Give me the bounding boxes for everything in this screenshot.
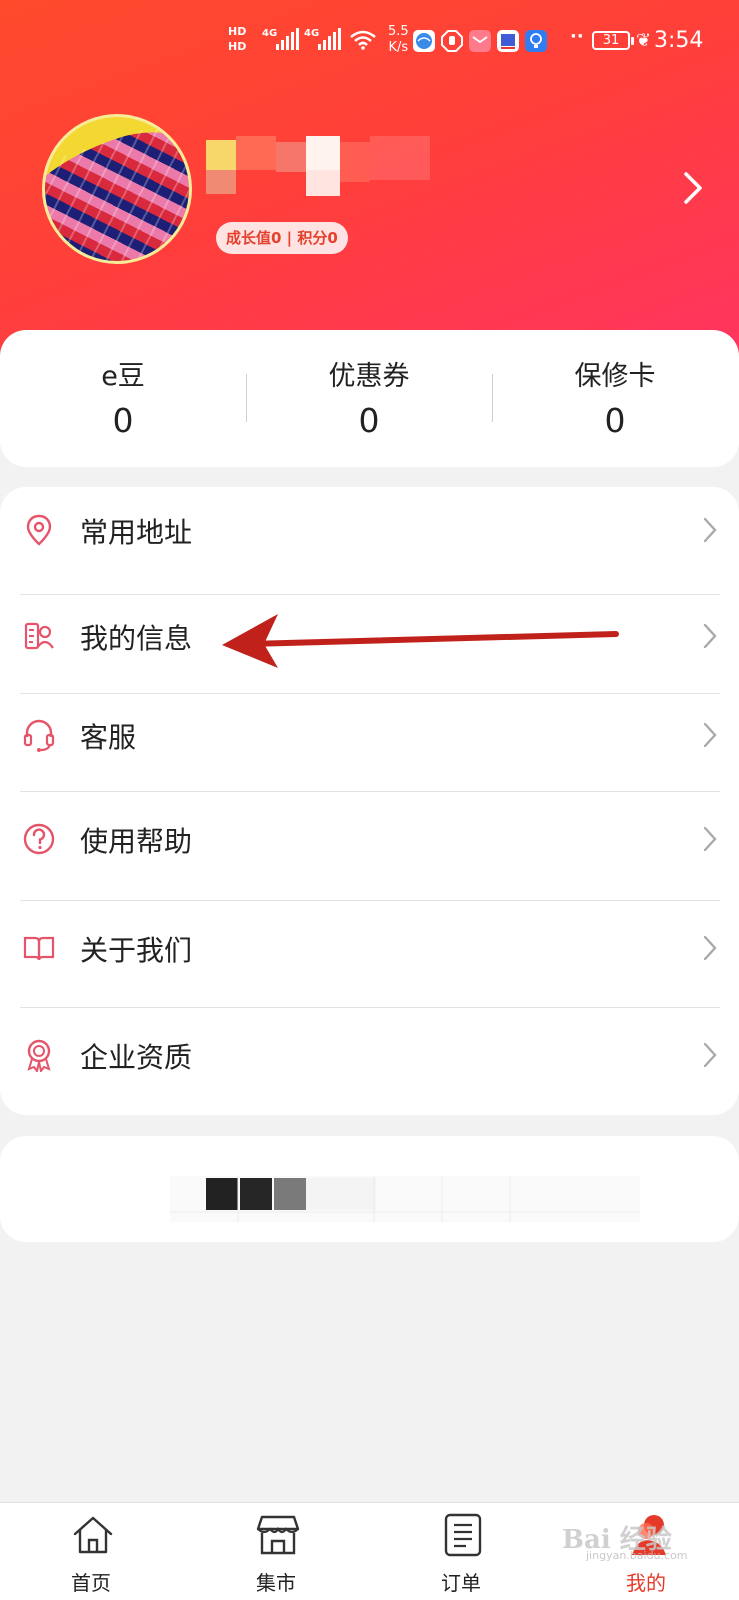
study-app-icon bbox=[497, 30, 519, 52]
stat-warranty-cards[interactable]: 保修卡 0 bbox=[492, 354, 738, 440]
chevron-right-icon bbox=[703, 517, 717, 543]
nav-home[interactable]: 首页 bbox=[31, 1503, 151, 1600]
bottom-nav: 首页 集市 订单 我的 bbox=[0, 1502, 739, 1600]
growth-points-badge[interactable]: 成长值0 | 积分0 bbox=[216, 222, 348, 254]
status-bar: HD HD 4G 4G 5.5 K/s ·· 31 ❦ 3:54 bbox=[0, 18, 739, 68]
nav-label: 集市 bbox=[256, 1571, 296, 1595]
bulb-app-icon bbox=[525, 30, 547, 52]
menu-item-about-us[interactable]: 关于我们 bbox=[0, 901, 739, 1007]
signal-type-2: 4G bbox=[304, 28, 320, 39]
more-notifications-icon: ·· bbox=[570, 26, 584, 47]
avatar-pattern bbox=[45, 117, 189, 261]
home-icon bbox=[73, 1516, 113, 1554]
mail-app-icon bbox=[469, 30, 491, 52]
menu-item-label: 我的信息 bbox=[80, 622, 193, 655]
signal-type-1: 4G bbox=[262, 28, 278, 39]
stat-label: 保修卡 bbox=[574, 361, 656, 392]
chevron-right-icon bbox=[703, 826, 717, 852]
headset-icon bbox=[23, 719, 55, 752]
store-icon bbox=[256, 1515, 300, 1555]
menu-card: 常用地址 我的信息 客服 使用帮助 关于我们 企业资质 bbox=[0, 487, 739, 1115]
user-info-icon bbox=[24, 622, 54, 650]
chevron-right-icon bbox=[703, 935, 717, 961]
award-ribbon-icon bbox=[27, 1039, 51, 1072]
stat-label: 优惠券 bbox=[328, 361, 410, 392]
nav-market[interactable]: 集市 bbox=[216, 1503, 336, 1600]
stat-value: 0 bbox=[604, 401, 626, 440]
menu-item-label: 关于我们 bbox=[80, 934, 193, 967]
nav-label: 订单 bbox=[441, 1571, 481, 1595]
menu-item-label: 使用帮助 bbox=[80, 825, 193, 858]
clock-time: 3:54 bbox=[654, 28, 704, 53]
redacted-content bbox=[170, 1176, 640, 1222]
stat-value: 0 bbox=[112, 401, 134, 440]
menu-item-label: 常用地址 bbox=[80, 516, 193, 549]
profile-header: HD HD 4G 4G 5.5 K/s ·· 31 ❦ 3:54 成长值0 | … bbox=[0, 0, 739, 380]
nav-mine[interactable]: 我的 bbox=[586, 1503, 706, 1600]
signal-bars-1-icon bbox=[276, 28, 299, 50]
open-book-icon bbox=[23, 936, 55, 961]
menu-item-help[interactable]: 使用帮助 bbox=[0, 792, 739, 900]
battery-icon: 31 bbox=[592, 31, 634, 50]
profile-icon bbox=[632, 1515, 666, 1555]
stat-edou[interactable]: e豆 0 bbox=[0, 354, 246, 440]
nav-label: 首页 bbox=[71, 1571, 111, 1595]
browser-app-icon bbox=[413, 30, 435, 52]
leaf-icon: ❦ bbox=[636, 30, 652, 51]
stat-label: e豆 bbox=[101, 361, 145, 392]
battery-level: 31 bbox=[602, 33, 620, 48]
menu-item-label: 企业资质 bbox=[80, 1041, 193, 1074]
network-speed: 5.5 K/s bbox=[388, 24, 409, 55]
order-list-icon bbox=[444, 1513, 482, 1557]
profile-chevron-right-icon[interactable] bbox=[676, 168, 710, 208]
menu-item-customer-service[interactable]: 客服 bbox=[0, 694, 739, 792]
nav-label: 我的 bbox=[626, 1571, 666, 1595]
hd-indicator: HD HD bbox=[228, 25, 247, 53]
username-redacted bbox=[206, 132, 456, 202]
annotation-arrow-icon bbox=[222, 614, 619, 668]
wifi-icon bbox=[350, 30, 376, 50]
location-pin-icon bbox=[26, 514, 52, 546]
question-circle-icon bbox=[23, 823, 55, 855]
chevron-right-icon bbox=[703, 1042, 717, 1068]
menu-item-label: 客服 bbox=[80, 721, 137, 754]
chevron-right-icon bbox=[703, 722, 717, 748]
menu-item-qualifications[interactable]: 企业资质 bbox=[0, 1008, 739, 1115]
chevron-right-icon bbox=[703, 623, 717, 649]
hand-app-icon bbox=[441, 30, 463, 52]
menu-item-address[interactable]: 常用地址 bbox=[0, 487, 739, 593]
signal-bars-2-icon bbox=[318, 28, 341, 50]
nav-orders[interactable]: 订单 bbox=[401, 1503, 521, 1600]
extra-card bbox=[0, 1136, 739, 1242]
stat-coupons[interactable]: 优惠券 0 bbox=[246, 354, 492, 440]
stat-value: 0 bbox=[358, 401, 380, 440]
stats-card: e豆 0 优惠券 0 保修卡 0 bbox=[0, 330, 739, 467]
avatar[interactable] bbox=[42, 114, 192, 264]
